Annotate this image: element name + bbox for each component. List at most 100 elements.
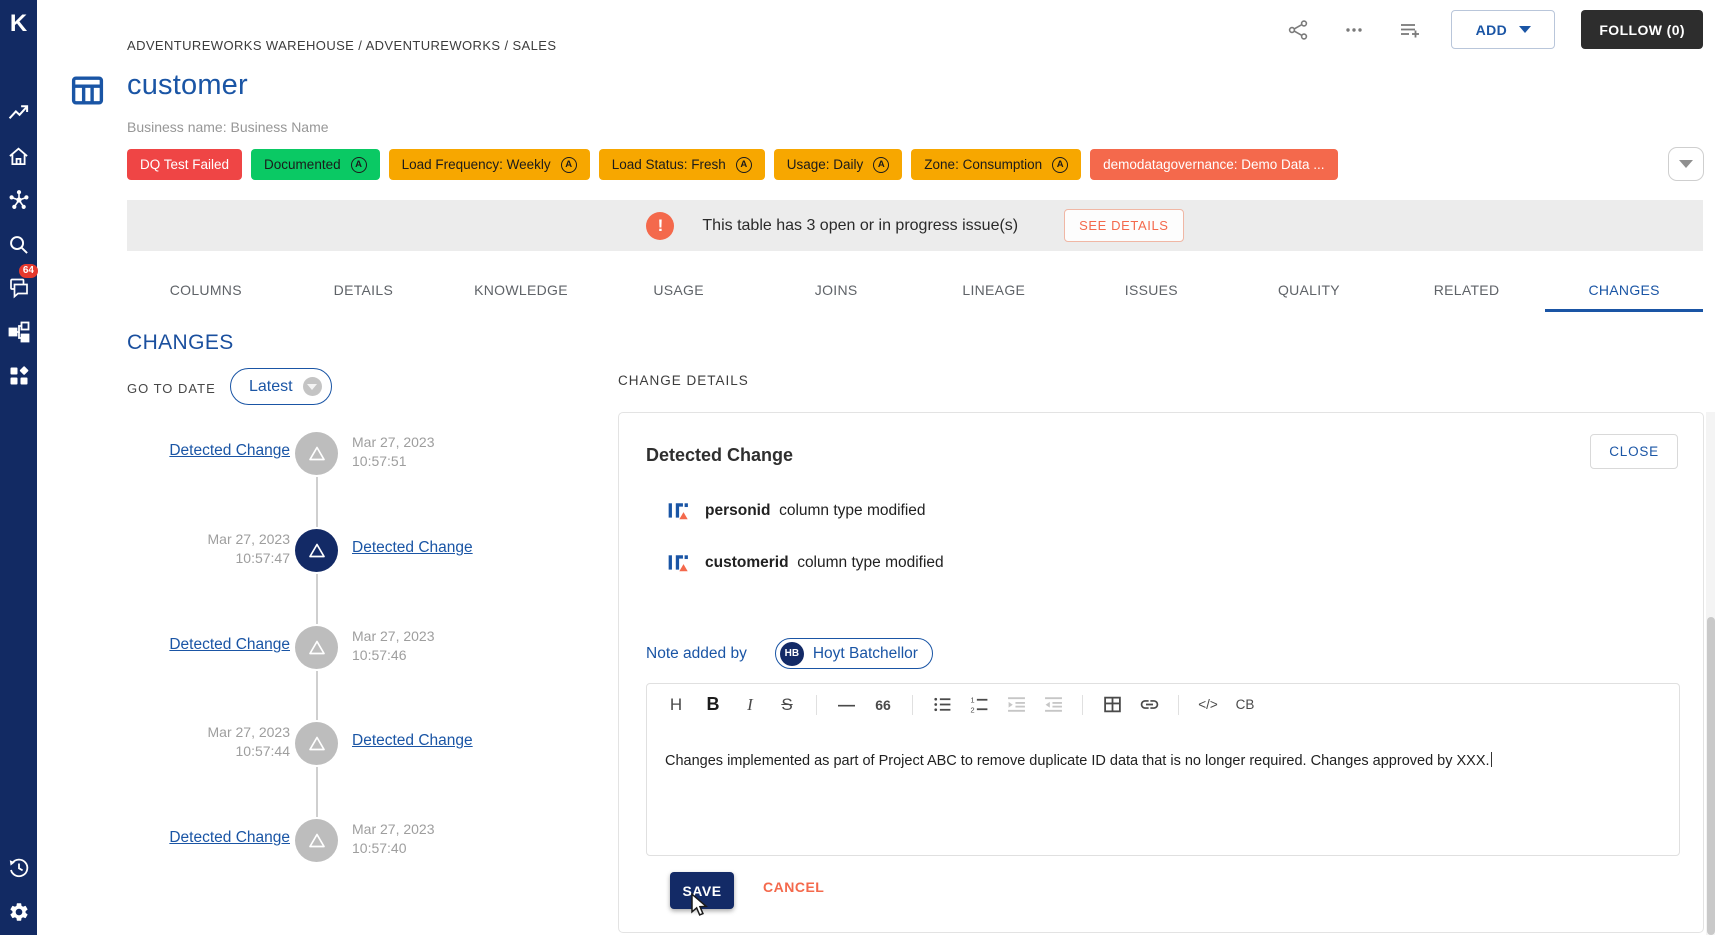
tab-issues[interactable]: ISSUES	[1073, 268, 1231, 312]
settings-icon[interactable]	[0, 897, 37, 927]
timeline-node[interactable]	[295, 432, 338, 475]
timeline-node[interactable]	[295, 626, 338, 669]
chat-bubbles-glyph	[9, 278, 28, 299]
numbered-list-icon: 1 2	[970, 695, 987, 714]
tag-load-frequency[interactable]: Load Frequency: Weekly A	[388, 149, 590, 180]
tab-details[interactable]: DETAILS	[285, 268, 443, 312]
gear-glyph	[9, 903, 28, 921]
tag-zone[interactable]: Zone: Consumption A	[911, 149, 1082, 180]
follow-button[interactable]: FOLLOW (0)	[1581, 10, 1703, 49]
inline-code-button[interactable]: </>	[1193, 691, 1223, 719]
tab-columns[interactable]: COLUMNS	[127, 268, 285, 312]
close-button[interactable]: CLOSE	[1590, 434, 1678, 469]
author-chip[interactable]: HB Hoyt Batchellor	[774, 638, 933, 669]
tag-load-status[interactable]: Load Status: Fresh A	[598, 149, 765, 180]
tag-label: Zone: Consumption	[924, 157, 1043, 172]
page-title: customer	[127, 69, 248, 101]
metrics-icon[interactable]	[0, 97, 37, 127]
apps-icon[interactable]	[0, 361, 37, 391]
detected-change-link[interactable]: Detected Change	[352, 732, 473, 750]
detected-change-link[interactable]: Detected Change	[169, 442, 290, 460]
breadcrumb[interactable]: ADVENTUREWORKS WAREHOUSE / ADVENTUREWORK…	[127, 38, 556, 53]
timeline-connector	[316, 477, 318, 527]
tag-dq-test-failed[interactable]: DQ Test Failed	[127, 149, 243, 180]
comments-icon[interactable]: 64	[0, 264, 38, 303]
toolbar-divider	[1082, 694, 1083, 715]
app-logo[interactable]: K	[0, 10, 37, 38]
italic-button[interactable]: I	[735, 691, 765, 719]
change-triangle-icon	[308, 543, 325, 557]
add-button[interactable]: ADD	[1451, 10, 1556, 49]
horizontal-rule-button[interactable]: —	[831, 691, 861, 719]
insert-link-button[interactable]	[1134, 691, 1164, 719]
indent-decrease-button[interactable]	[1038, 691, 1068, 719]
numbered-list-button[interactable]: 1 2	[964, 691, 994, 719]
scrollbar-thumb[interactable]	[1706, 617, 1715, 935]
tab-usage[interactable]: USAGE	[600, 268, 758, 312]
date-selector[interactable]: Latest	[230, 368, 332, 405]
bullet-list-button[interactable]	[927, 691, 957, 719]
strikethrough-button[interactable]: S	[772, 691, 802, 719]
table-entity-icon	[69, 72, 106, 114]
heading-button[interactable]: H	[661, 691, 691, 719]
tab-quality[interactable]: QUALITY	[1230, 268, 1388, 312]
bold-button[interactable]: B	[698, 691, 728, 719]
tab-knowledge[interactable]: KNOWLEDGE	[442, 268, 600, 312]
playlist-add-icon[interactable]	[1395, 15, 1425, 45]
note-editor: H B I S — 66 1 2 </> CB Changes implemen…	[646, 683, 1680, 856]
save-button[interactable]: SAVE	[670, 872, 734, 909]
timeline-node-selected[interactable]	[295, 529, 338, 572]
timeline-entry: Detected Change Mar 27, 2023 10:57:46	[100, 625, 580, 671]
timeline-entry: Detected Change Mar 27, 2023 10:57:51	[100, 431, 580, 477]
hierarchy-icon[interactable]	[0, 317, 37, 347]
timeline-entry: Detected Change Mar 27, 2023 10:57:40	[100, 818, 580, 864]
tags-expand-button[interactable]	[1668, 147, 1704, 181]
timeline-node[interactable]	[295, 819, 338, 862]
card-title: Detected Change	[646, 445, 794, 465]
author-name: Hoyt Batchellor	[812, 644, 918, 662]
tag-demodatagovernance[interactable]: demodatagovernance: Demo Data ...	[1090, 149, 1338, 180]
more-options-icon[interactable]	[1339, 15, 1369, 45]
note-added-by-label: Note added by	[646, 644, 747, 662]
timestamp: Mar 27, 2023 10:57:40	[352, 821, 435, 856]
cancel-button[interactable]: CANCEL	[763, 879, 824, 895]
timeline-connector	[316, 574, 318, 624]
column-modified-icon	[668, 503, 688, 520]
share-icon[interactable]	[1283, 15, 1313, 45]
timeline-node[interactable]	[295, 722, 338, 765]
tag-label: Load Frequency: Weekly	[401, 157, 551, 172]
issues-banner: ! This table has 3 open or in progress i…	[127, 200, 1703, 251]
home-icon[interactable]	[0, 141, 37, 171]
tab-bar: COLUMNS DETAILS KNOWLEDGE USAGE JOINS LI…	[127, 268, 1703, 312]
detected-change-link[interactable]: Detected Change	[169, 636, 290, 654]
change-row: personid column type modified	[667, 500, 926, 522]
detected-change-link[interactable]: Detected Change	[352, 539, 473, 557]
avatar: HB	[779, 641, 804, 666]
sitemap-glyph	[8, 321, 29, 343]
indent-increase-button[interactable]	[1001, 691, 1031, 719]
code-block-button[interactable]: CB	[1230, 691, 1260, 719]
tab-changes[interactable]: CHANGES	[1545, 268, 1703, 312]
link-icon	[1140, 700, 1158, 709]
timeline-entry: Mar 27, 2023 10:57:47 Detected Change	[100, 528, 580, 574]
tag-documented[interactable]: Documented A	[251, 149, 380, 180]
search-icon[interactable]	[0, 229, 37, 259]
blockquote-button[interactable]: 66	[868, 691, 898, 719]
network-hub-icon[interactable]	[0, 185, 37, 215]
tab-lineage[interactable]: LINEAGE	[915, 268, 1073, 312]
tab-related[interactable]: RELATED	[1388, 268, 1546, 312]
svg-text:2: 2	[970, 705, 974, 714]
history-icon[interactable]	[0, 853, 37, 883]
note-text-area[interactable]: Changes implemented as part of Project A…	[647, 725, 1679, 857]
detected-change-link[interactable]: Detected Change	[169, 829, 290, 847]
tag-usage[interactable]: Usage: Daily A	[773, 149, 903, 180]
table-icon	[1103, 696, 1121, 713]
scrollbar-track[interactable]	[1706, 412, 1715, 935]
tab-joins[interactable]: JOINS	[757, 268, 915, 312]
timestamp: Mar 27, 2023 10:57:44	[207, 724, 291, 759]
insert-table-button[interactable]	[1097, 691, 1127, 719]
tag-label: demodatagovernance: Demo Data ...	[1103, 157, 1325, 172]
see-details-button[interactable]: SEE DETAILS	[1064, 209, 1184, 242]
auto-assigned-icon: A	[1052, 156, 1069, 173]
changes-heading: CHANGES	[127, 331, 234, 354]
